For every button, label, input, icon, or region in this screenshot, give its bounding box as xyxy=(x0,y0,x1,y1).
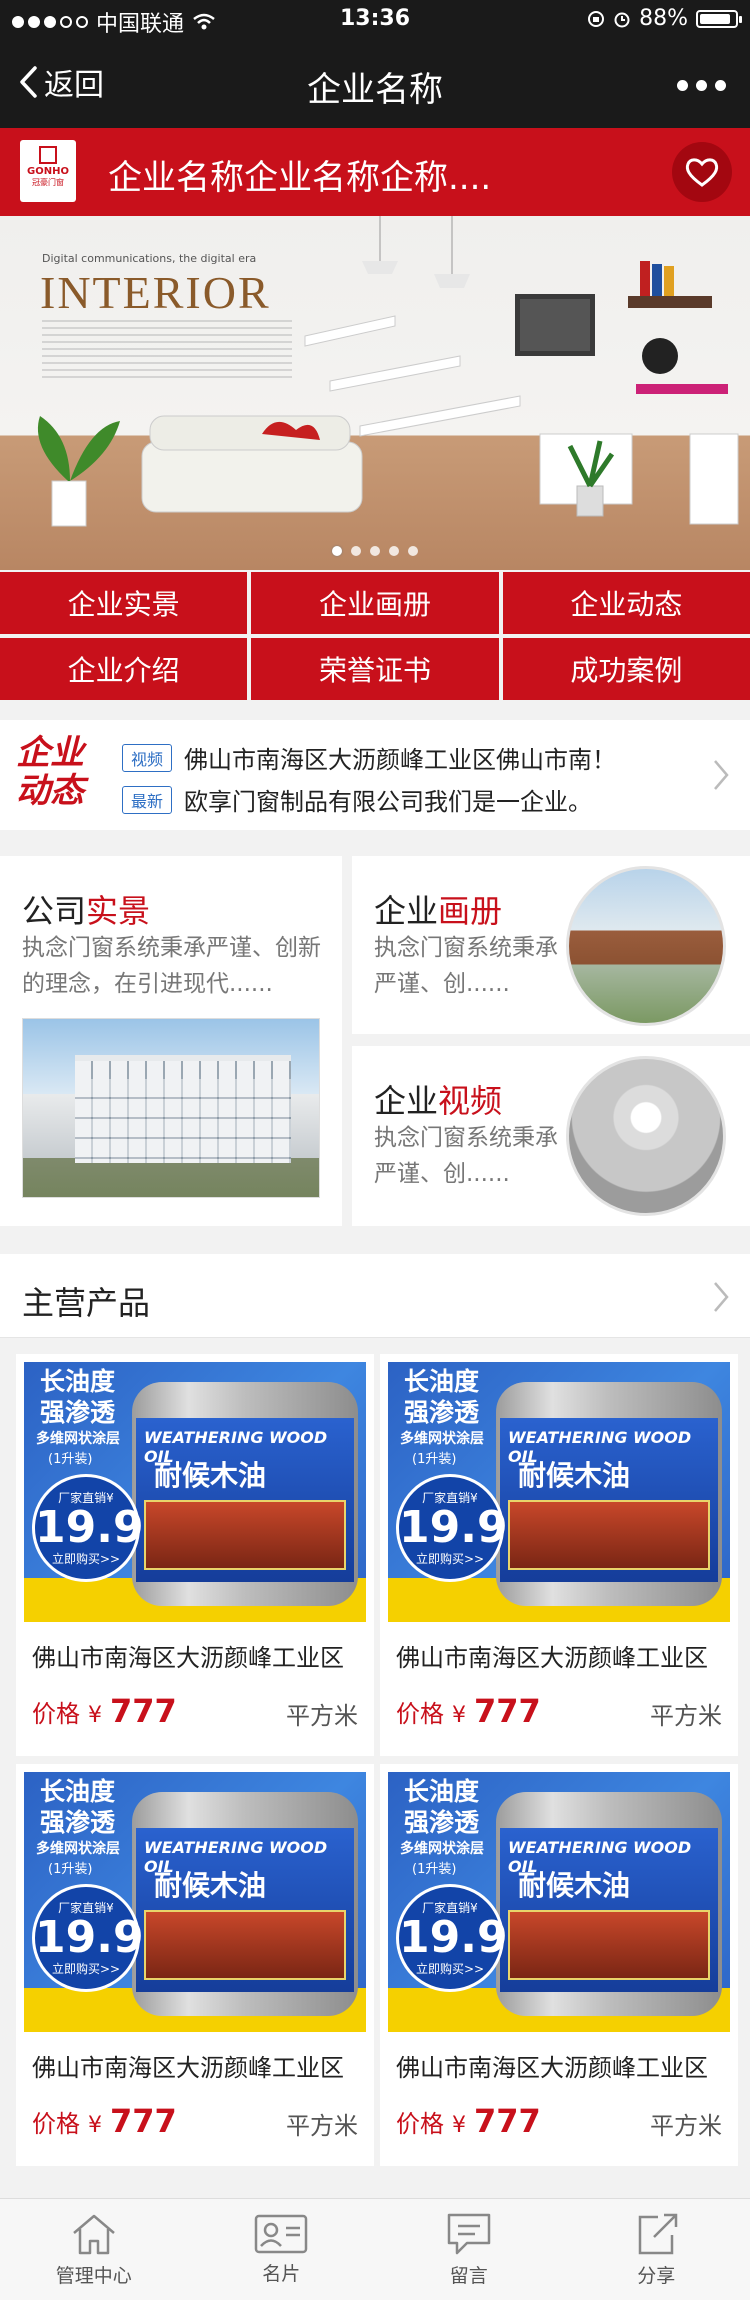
product-image: WEATHERING WOOD OIL 耐候木油 长油度 强渗透 多维网状涂层 (… xyxy=(388,1362,730,1622)
news-badge: 视频 xyxy=(122,743,173,772)
news-item[interactable]: 视频 佛山市南海区大沥颜峰工业区佛山市南！ xyxy=(122,740,616,775)
banner-carousel[interactable]: Digital communications, the digital era … xyxy=(0,216,750,570)
product-unit: 平方米 xyxy=(286,1702,358,1730)
carousel-dot[interactable] xyxy=(408,546,418,556)
product-price: 价格 ¥ 777 xyxy=(396,2102,541,2140)
product-image: WEATHERING WOOD OIL 耐候木油 长油度 强渗透 多维网状涂层 (… xyxy=(24,1772,366,2032)
product-name: 佛山市南海区大沥颜峰工业区 xyxy=(396,1644,708,1672)
page-title: 企业名称 xyxy=(307,70,443,110)
feature-card-video[interactable]: 企业视频 执念门窗系统秉承严谨、创...... xyxy=(352,1046,750,1226)
feature-desc: 执念门窗系统秉承严谨、创...... xyxy=(374,1125,558,1187)
menu-item-scene[interactable]: 企业实景 xyxy=(0,572,248,634)
promo-price-badge: 厂家直销¥ 19.9 立即购买>> xyxy=(396,1474,508,1582)
tab-home[interactable]: 管理中心 xyxy=(0,2199,188,2300)
news-item[interactable]: 最新 欧享门窗制品有限公司我们是一企业。 xyxy=(122,782,592,817)
product-price: 价格 ¥ 777 xyxy=(32,1692,177,1730)
product-card[interactable]: WEATHERING WOOD OIL 耐候木油 长油度 强渗透 多维网状涂层 (… xyxy=(16,1764,374,2166)
promo-price-badge: 厂家直销¥ 19.9 立即购买>> xyxy=(32,1884,144,1992)
menu-item-intro[interactable]: 企业介绍 xyxy=(0,638,248,700)
tab-message[interactable]: 留言 xyxy=(375,2199,563,2300)
product-card[interactable]: WEATHERING WOOD OIL 耐候木油 长油度 强渗透 多维网状涂层 (… xyxy=(380,1764,738,2166)
heart-icon xyxy=(685,158,719,187)
feature-title: 企业视频 xyxy=(374,1082,503,1120)
feature-title: 公司实景 xyxy=(22,892,151,930)
product-card[interactable]: WEATHERING WOOD OIL 耐候木油 长油度 强渗透 多维网状涂层 (… xyxy=(380,1354,738,1756)
product-name: 佛山市南海区大沥颜峰工业区 xyxy=(32,1644,344,1672)
section-title: 主营产品 xyxy=(22,1284,151,1322)
tab-share[interactable]: 分享 xyxy=(563,2199,750,2300)
product-price: 价格 ¥ 777 xyxy=(32,2102,177,2140)
product-name: 佛山市南海区大沥颜峰工业区 xyxy=(32,2054,344,2082)
menu-item-honors[interactable]: 荣誉证书 xyxy=(251,638,499,700)
home-icon xyxy=(72,2214,115,2255)
orientation-lock-icon xyxy=(588,10,605,27)
chevron-right-icon xyxy=(714,760,729,790)
feature-card-scene[interactable]: 公司实景 执念门窗系统秉承严谨、创新的理念，在引进现代...... xyxy=(0,856,342,1226)
feature-desc: 执念门窗系统秉承严谨、创...... xyxy=(374,935,558,997)
feature-title: 企业画册 xyxy=(374,892,503,930)
message-icon xyxy=(447,2213,490,2255)
favorite-button[interactable] xyxy=(672,142,732,202)
news-text: 欧享门窗制品有限公司我们是一企业。 xyxy=(184,788,593,816)
news-badge: 最新 xyxy=(122,785,173,814)
news-ticker[interactable]: 企业 动态 视频 佛山市南海区大沥颜峰工业区佛山市南！ 最新 欧享门窗制品有限公… xyxy=(0,720,750,830)
company-logo: GONHO 冠豪门窗 xyxy=(20,140,76,202)
battery-percent: 88% xyxy=(639,6,688,31)
more-button[interactable] xyxy=(677,80,726,91)
product-unit: 平方米 xyxy=(286,2112,358,2140)
promo-price-badge: 厂家直销¥ 19.9 立即购买>> xyxy=(396,1884,508,1992)
promo-price-badge: 厂家直销¥ 19.9 立即购买>> xyxy=(32,1474,144,1582)
feature-card-album[interactable]: 企业画册 执念门窗系统秉承严谨、创...... xyxy=(352,856,750,1034)
carousel-dot[interactable] xyxy=(351,546,361,556)
product-price: 价格 ¥ 777 xyxy=(396,1692,541,1730)
menu-item-album[interactable]: 企业画册 xyxy=(251,572,499,634)
banner-room-illustration xyxy=(37,216,739,527)
company-name: 企业名称企业名称企称.... xyxy=(108,158,492,198)
chevron-right-icon xyxy=(714,1282,729,1312)
news-brand: 企业 动态 xyxy=(16,733,84,811)
video-thumbnail xyxy=(566,1056,726,1216)
share-icon xyxy=(639,2213,678,2255)
carousel-dot[interactable] xyxy=(389,546,399,556)
carousel-dot[interactable] xyxy=(370,546,380,556)
product-unit: 平方米 xyxy=(650,1702,722,1730)
status-bar: 中国联通 13:36 88% xyxy=(0,0,750,40)
menu-item-cases[interactable]: 成功案例 xyxy=(502,638,750,700)
bottom-tab-bar: 管理中心 名片 留言 分享 xyxy=(0,2198,750,2300)
alarm-icon xyxy=(614,12,630,27)
carousel-dot[interactable] xyxy=(332,546,342,556)
carousel-indicator xyxy=(0,546,750,556)
company-header: GONHO 冠豪门窗 企业名称企业名称企称.... xyxy=(0,128,750,216)
album-thumbnail xyxy=(566,866,726,1026)
feature-desc: 执念门窗系统秉承严谨、创新的理念，在引进现代...... xyxy=(22,935,321,997)
product-card[interactable]: WEATHERING WOOD OIL 耐候木油 长油度 强渗透 多维网状涂层 (… xyxy=(16,1354,374,1756)
news-text: 佛山市南海区大沥颜峰工业区佛山市南！ xyxy=(184,746,617,774)
product-image: WEATHERING WOOD OIL 耐候木油 长油度 强渗透 多维网状涂层 (… xyxy=(24,1362,366,1622)
card-icon xyxy=(255,2214,308,2254)
more-dot-icon xyxy=(677,80,688,91)
product-image: WEATHERING WOOD OIL 耐候木油 长油度 强渗透 多维网状涂层 (… xyxy=(388,1772,730,2032)
nav-bar: 返回 企业名称 xyxy=(0,40,750,128)
product-unit: 平方米 xyxy=(650,2112,722,2140)
battery-icon xyxy=(696,9,742,28)
tab-card[interactable]: 名片 xyxy=(188,2199,376,2300)
product-name: 佛山市南海区大沥颜峰工业区 xyxy=(396,2054,708,2082)
company-building-photo xyxy=(22,1018,320,1198)
quick-menu: 企业实景 企业画册 企业动态 企业介绍 荣誉证书 成功案例 xyxy=(0,572,750,700)
menu-item-news[interactable]: 企业动态 xyxy=(502,572,750,634)
products-section-header[interactable]: 主营产品 xyxy=(0,1254,750,1338)
